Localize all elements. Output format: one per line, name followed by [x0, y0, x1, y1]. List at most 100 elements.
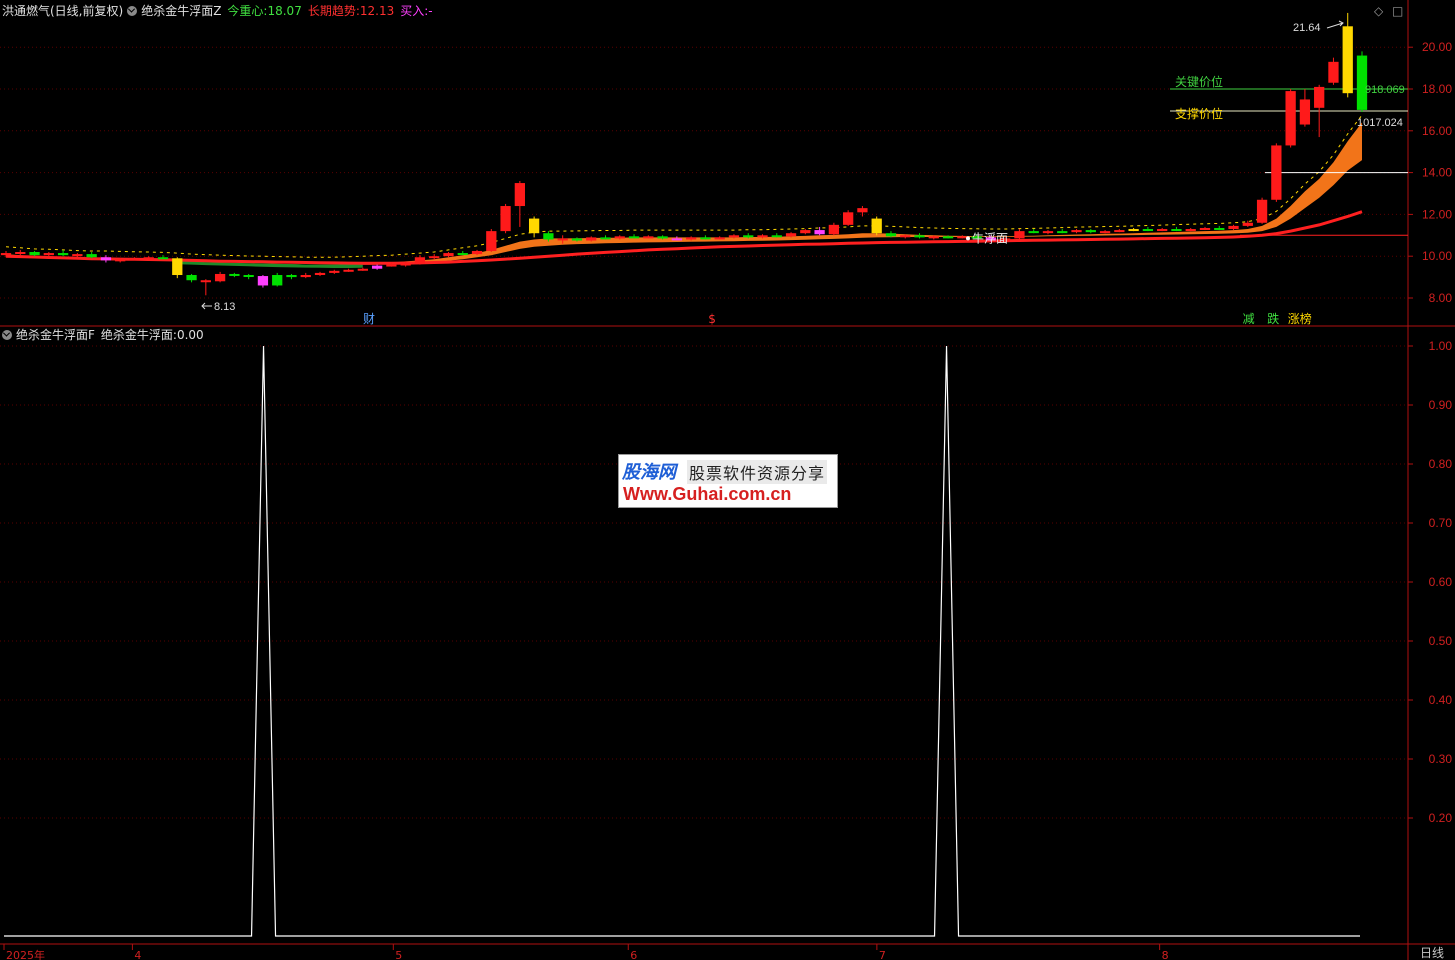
low-price-label: 8.13 — [214, 301, 235, 313]
sub-value-label: 绝杀金牛浮面: — [100, 328, 177, 342]
candle-body — [129, 258, 140, 261]
candle — [514, 180, 525, 227]
candle-body — [29, 252, 40, 256]
candle — [1199, 226, 1211, 231]
candle-body — [43, 253, 54, 256]
today-center-value: 18.07 — [267, 4, 302, 18]
signal-marker: $ — [708, 312, 716, 326]
candle — [1328, 57, 1339, 85]
candle-body — [172, 258, 183, 276]
candle — [357, 267, 368, 271]
candle-body — [15, 252, 26, 255]
candle-body — [914, 235, 925, 238]
candle-body — [614, 236, 625, 239]
candle — [214, 271, 226, 283]
signal-marker: 涨榜 — [1288, 311, 1312, 326]
indicator-menu-icon[interactable] — [127, 5, 138, 16]
candle — [1142, 226, 1154, 232]
candle-body — [300, 275, 311, 278]
candle-body — [471, 250, 483, 255]
candle-body — [457, 253, 468, 256]
signal-marker: 财 — [363, 312, 375, 326]
candle — [528, 216, 540, 238]
diamond-icon[interactable]: ◇ — [1374, 4, 1383, 18]
candle-body — [1057, 231, 1068, 234]
candle — [1228, 224, 1239, 231]
candle-body — [728, 235, 740, 238]
candle-body — [286, 275, 297, 278]
candle — [914, 233, 925, 239]
candle — [314, 271, 326, 277]
candle — [1071, 229, 1082, 234]
candle-body — [743, 235, 754, 238]
candle — [714, 236, 725, 240]
candle — [957, 235, 968, 239]
main-tick-label: 14.00 — [1422, 166, 1452, 180]
candle — [1099, 230, 1111, 234]
candle-body — [857, 208, 868, 213]
candle — [100, 255, 112, 263]
candle — [1256, 197, 1268, 224]
candle — [1185, 227, 1196, 232]
candle-body — [657, 236, 668, 239]
sub-indicator-name[interactable]: 绝杀金牛浮面F — [16, 328, 95, 342]
candle-body — [1099, 231, 1111, 234]
candle-body — [329, 270, 340, 273]
main-indicator-name[interactable]: 绝杀金牛浮面Z — [141, 4, 221, 18]
candle-body — [1014, 231, 1025, 239]
candle — [243, 273, 254, 280]
candle — [1114, 229, 1125, 233]
main-tick-label: 8.00 — [1429, 291, 1453, 305]
candle-body — [443, 253, 454, 257]
candle — [172, 257, 183, 279]
sub-chart-header: 绝杀金牛浮面F 绝杀金牛浮面:0.00 — [2, 326, 204, 344]
orange-band — [6, 122, 1362, 266]
candle-body — [272, 275, 283, 286]
watermark: 股海网 股票软件资源分享 Www.Guhai.com.cn — [618, 454, 838, 508]
candle — [186, 273, 197, 283]
watermark-url: Www.Guhai.com.cn — [623, 484, 792, 504]
candle-body — [371, 265, 383, 269]
candle-body — [771, 235, 782, 238]
key-price-label: 关键价位 — [1175, 74, 1223, 89]
candle-body — [1214, 227, 1225, 230]
candle — [129, 257, 140, 261]
candle — [1128, 227, 1139, 232]
sub-indicator-menu-icon[interactable] — [2, 329, 12, 340]
candle-body — [557, 238, 568, 241]
candle-body — [1328, 61, 1339, 83]
candle-body — [800, 230, 811, 234]
candle-body — [486, 231, 497, 251]
candle — [1085, 229, 1096, 234]
maximize-icon[interactable]: □ — [1392, 4, 1403, 18]
candle-body — [414, 257, 426, 264]
candle-body — [514, 183, 525, 207]
candle-body — [928, 236, 939, 239]
sub-tick-label: 0.80 — [1429, 457, 1453, 471]
candle-body — [100, 257, 112, 261]
candle-body — [1042, 231, 1054, 234]
candle — [57, 249, 69, 257]
candle — [329, 269, 340, 274]
candle — [1057, 229, 1068, 234]
time-tick-label: 8 — [1162, 949, 1169, 960]
candle-body — [885, 233, 897, 237]
candle-body — [1314, 86, 1325, 108]
key-value-label: 918.069 — [1365, 84, 1405, 96]
main-chart-header: 洪通燃气(日线,前复权) 绝杀金牛浮面Z 今重心:18.07 长期趋势:12.13 买入… — [2, 2, 433, 20]
candle-body — [386, 264, 397, 267]
candle — [628, 234, 640, 239]
candle-body — [243, 275, 254, 278]
candle — [200, 279, 211, 296]
candle — [429, 254, 440, 260]
candle-body — [1157, 229, 1168, 232]
candle — [1342, 12, 1353, 98]
candle — [371, 264, 383, 270]
candle — [286, 273, 297, 280]
candle-body — [1085, 230, 1096, 233]
candle-body — [343, 269, 354, 272]
candle-body — [1299, 99, 1311, 125]
candle-body — [528, 218, 540, 234]
candle-body — [543, 233, 554, 240]
candle-body — [0, 253, 12, 256]
